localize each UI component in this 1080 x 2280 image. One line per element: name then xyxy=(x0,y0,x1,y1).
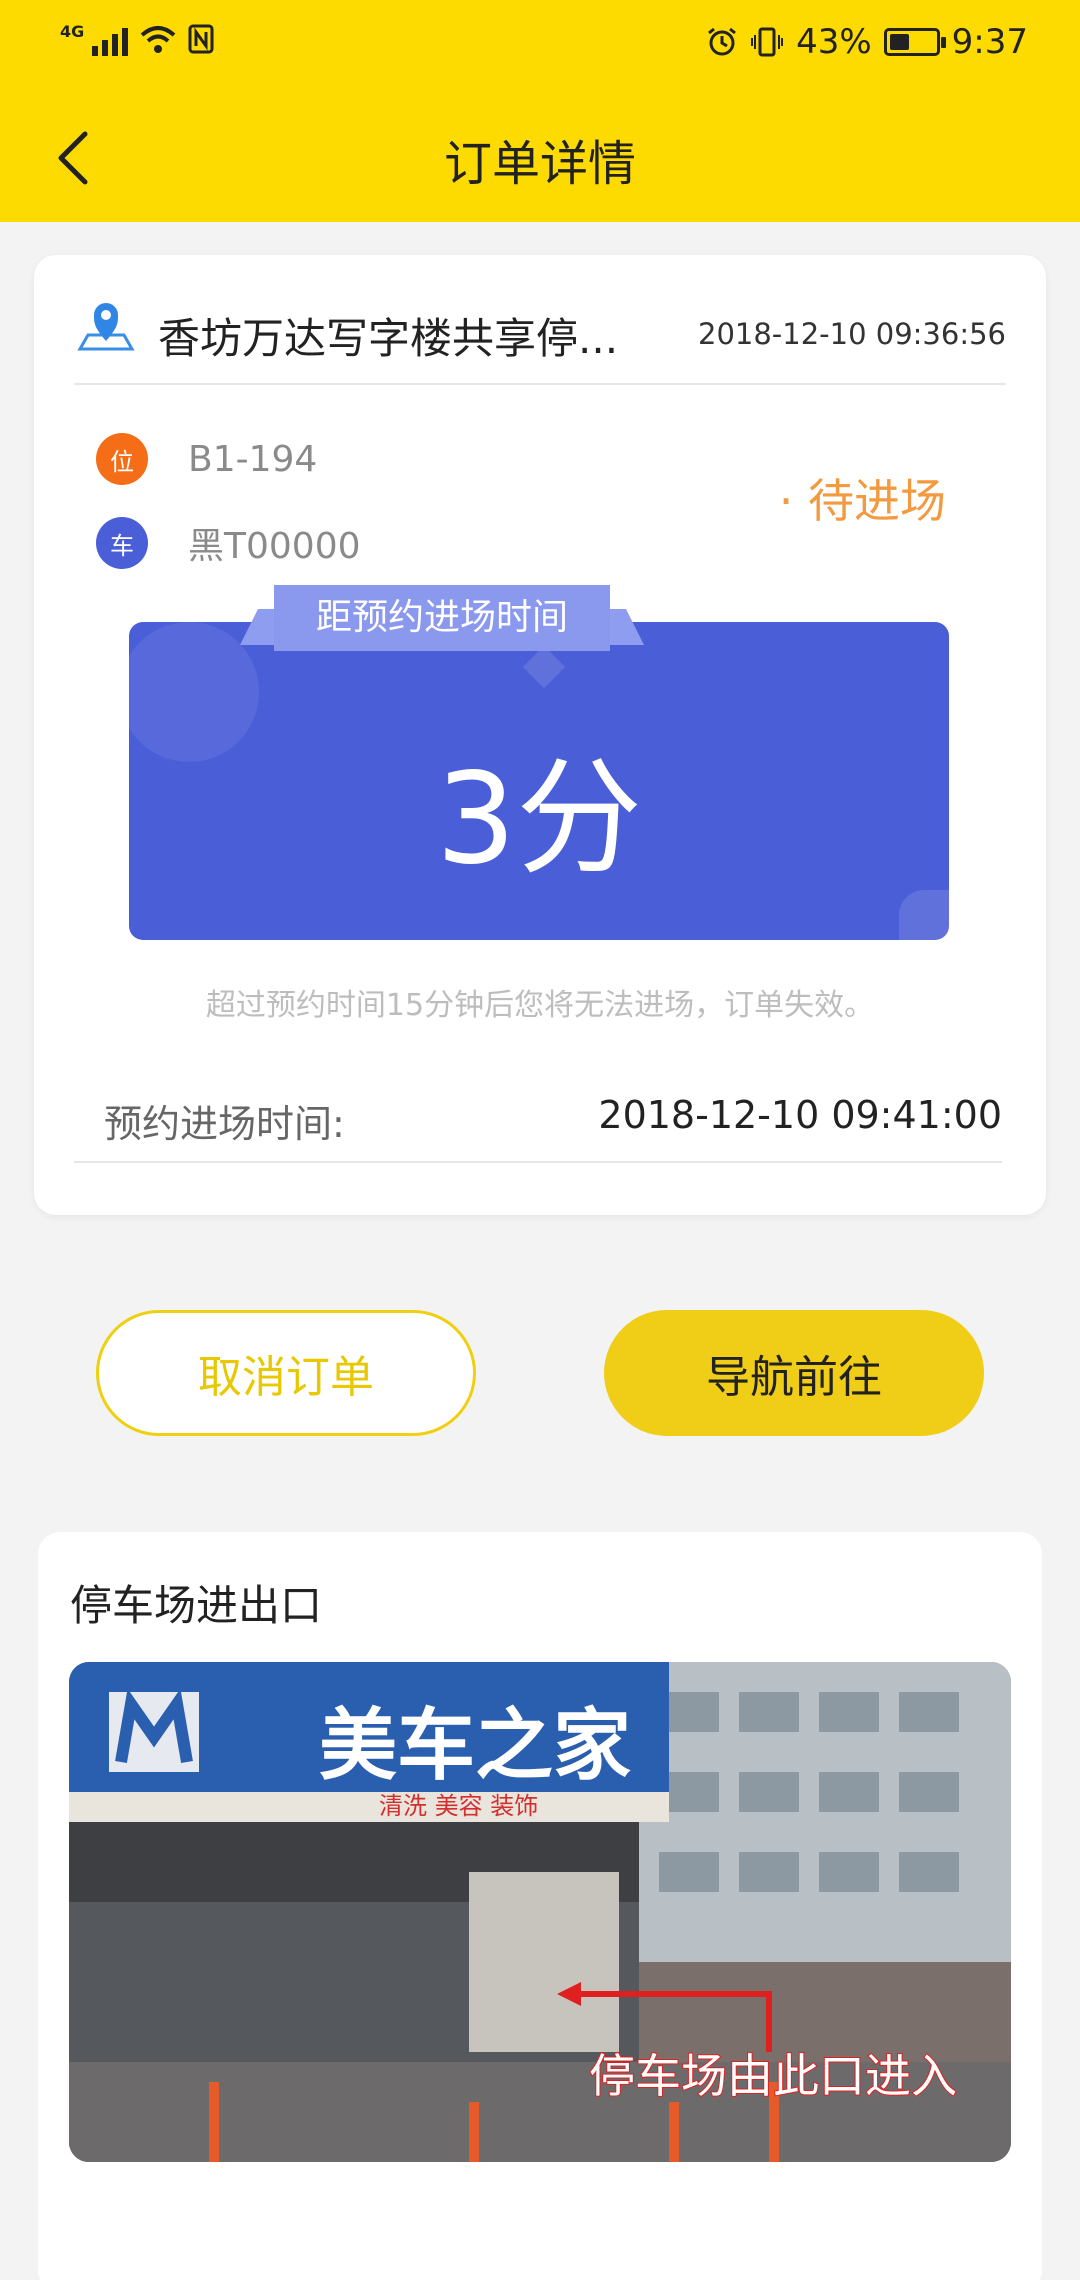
plate-row: 车 黑T00000 xyxy=(96,517,361,569)
status-right: 43% 9:37 xyxy=(706,22,1028,62)
order-detail-page: 4G 43% 9:37 订单详情 香坊万达写字楼共享停... 2018-12-1… xyxy=(0,0,1080,2280)
order-card: 香坊万达写字楼共享停... 2018-12-10 09:36:56 位 B1-1… xyxy=(34,255,1046,1215)
cancel-order-button[interactable]: 取消订单 xyxy=(96,1310,476,1436)
nav-bar: 订单详情 xyxy=(0,100,1080,220)
vibrate-icon xyxy=(751,27,784,57)
nfc-icon xyxy=(188,24,214,54)
expiry-warning: 超过预约时间15分钟后您将无法进场，订单失效。 xyxy=(205,988,875,1023)
appointment-label: 预约进场时间: xyxy=(104,1102,345,1146)
navigate-button[interactable]: 导航前往 xyxy=(604,1310,984,1436)
network-type: 4G xyxy=(60,22,85,41)
countdown-panel: 3分 xyxy=(129,622,949,940)
clock: 9:37 xyxy=(951,22,1028,62)
photo-sub-sign-text: 清洗 美容 装饰 xyxy=(379,1792,538,1820)
order-status: · 待进场 xyxy=(778,474,946,528)
location-pin-icon xyxy=(77,303,135,351)
countdown-label: 距预约进场时间 xyxy=(274,585,610,651)
countdown-value: 3分 xyxy=(435,745,643,892)
entrance-title: 停车场进出口 xyxy=(70,1581,323,1630)
top-bar: 4G 43% 9:37 订单详情 xyxy=(0,0,1080,222)
plate-badge: 车 xyxy=(96,517,148,569)
photo-sign-text: 美车之家 xyxy=(319,1701,631,1791)
entrance-card: 停车场进出口 美车之家 清洗 美容 装饰 停车场由此口进入 xyxy=(38,1532,1042,2280)
entrance-photo[interactable]: 美车之家 清洗 美容 装饰 停车场由此口进入 xyxy=(69,1662,1011,2162)
status-bar: 4G 43% 9:37 xyxy=(0,0,1080,92)
space-badge: 位 xyxy=(96,433,148,485)
battery-percent: 43% xyxy=(796,22,872,62)
plate-number: 黑T00000 xyxy=(188,526,361,567)
page-title: 订单详情 xyxy=(443,136,636,192)
countdown-ribbon: 距预约进场时间 xyxy=(240,585,644,651)
space-number: B1-194 xyxy=(188,438,318,480)
status-left: 4G xyxy=(60,22,214,56)
space-row: 位 B1-194 xyxy=(96,433,317,485)
diamond-decoration xyxy=(522,645,566,689)
battery-fill xyxy=(889,34,909,50)
photo-caption-text: 停车场由此口进入 xyxy=(589,2049,957,2103)
wifi-icon xyxy=(140,26,176,53)
alarm-icon xyxy=(708,27,736,56)
order-time: 2018-12-10 09:36:56 xyxy=(698,317,1006,351)
order-card-header: 香坊万达写字楼共享停... 2018-12-10 09:36:56 xyxy=(74,285,1006,385)
battery-icon xyxy=(883,28,946,56)
parking-lot-name[interactable]: 香坊万达写字楼共享停... xyxy=(158,305,618,366)
signal-icon xyxy=(92,22,129,56)
entrance-photo-illustration: 美车之家 清洗 美容 装饰 停车场由此口进入 xyxy=(69,1662,1011,2162)
appointment-time: 2018-12-10 09:41:00 xyxy=(598,1093,1002,1137)
appointment-row: 预约进场时间: 2018-12-10 09:41:00 xyxy=(74,1075,1002,1163)
